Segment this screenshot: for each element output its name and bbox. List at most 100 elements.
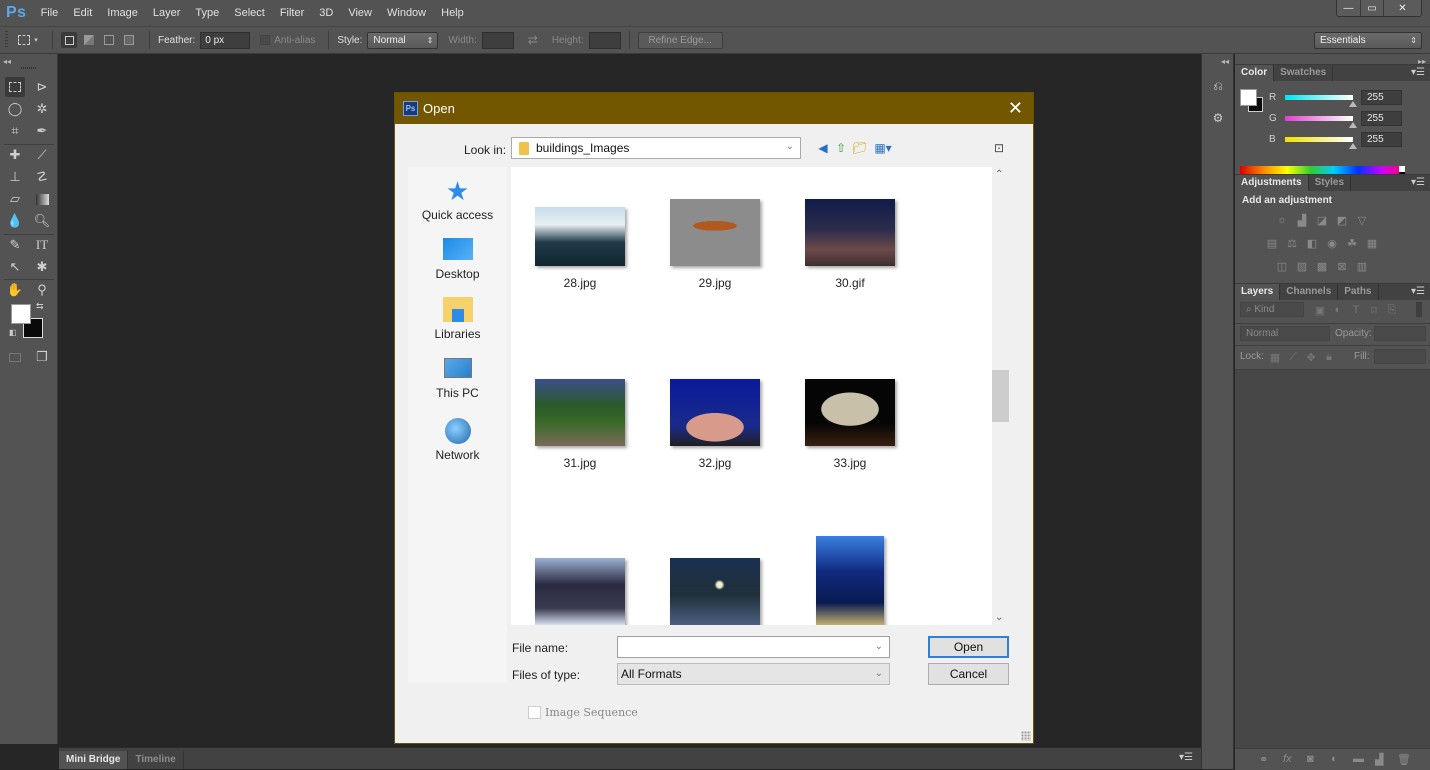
color-panel-foreground-swatch[interactable] <box>1240 89 1257 106</box>
lock-all-icon[interactable]: 🔒︎ <box>1322 351 1336 363</box>
panel-menu-icon[interactable]: ▾☰ <box>1411 65 1425 81</box>
open-button[interactable]: Open <box>928 636 1009 658</box>
new-folder-icon[interactable]: 📁︎ <box>852 140 868 156</box>
menu-image[interactable]: Image <box>107 7 138 19</box>
hand-tool-icon[interactable]: ✋ <box>5 280 25 300</box>
menu-window[interactable]: Window <box>387 7 426 19</box>
minimize-button[interactable]: — <box>1337 0 1360 16</box>
file-item[interactable]: 30.gif <box>785 199 915 290</box>
red-value-input[interactable]: 255 <box>1361 90 1402 105</box>
menu-3d[interactable]: 3D <box>319 7 333 19</box>
magic-wand-tool-icon[interactable]: ✲ <box>32 99 52 119</box>
tab-styles[interactable]: Styles <box>1309 175 1352 191</box>
height-input[interactable] <box>588 31 621 49</box>
blend-mode-select[interactable]: Normal <box>1240 326 1330 341</box>
place-quick-access[interactable]: ★ Quick access <box>408 177 507 222</box>
zoom-tool-icon[interactable]: ⚲ <box>32 280 52 300</box>
crop-tool-icon[interactable]: ⌗ <box>5 121 25 141</box>
green-slider[interactable] <box>1285 116 1357 128</box>
foreground-color-swatch[interactable] <box>11 304 31 324</box>
collapse-toolbar-icon[interactable]: ◂◂ <box>3 57 11 66</box>
delete-layer-icon[interactable]: 🗑︎ <box>1397 753 1411 766</box>
default-colors-icon[interactable]: ◧ <box>9 328 17 337</box>
posterize-icon[interactable]: ▨ <box>1295 260 1309 273</box>
new-layer-icon[interactable]: ▟ <box>1375 753 1383 766</box>
back-icon[interactable]: ◀ <box>815 140 831 156</box>
view-menu-icon[interactable]: ▦▾ <box>872 140 894 156</box>
tab-layers[interactable]: Layers <box>1235 284 1281 300</box>
filter-smart-object-icon[interactable]: ⎘ <box>1385 304 1399 316</box>
menu-view[interactable]: View <box>348 7 372 19</box>
layer-style-fx-icon[interactable]: fx <box>1283 753 1292 765</box>
swap-colors-icon[interactable]: ⇆ <box>36 301 44 312</box>
file-item[interactable]: 28.jpg <box>515 207 645 290</box>
file-item[interactable] <box>650 558 780 625</box>
scrollbar-thumb[interactable] <box>992 370 1009 422</box>
new-adjustment-layer-icon[interactable]: ◐ <box>1331 753 1338 765</box>
refine-edge-button[interactable]: Refine Edge... <box>637 31 723 49</box>
lock-position-icon[interactable]: ✥ <box>1304 351 1318 364</box>
swap-dimensions-icon[interactable]: ⇄ <box>528 33 538 47</box>
intersect-selection-icon[interactable] <box>121 32 137 48</box>
panel-menu-icon[interactable]: ▾☰ <box>1411 175 1425 191</box>
new-selection-icon[interactable] <box>61 32 77 48</box>
resize-grip[interactable] <box>1021 731 1031 741</box>
pen-tool-icon[interactable]: ✎ <box>5 235 25 255</box>
menu-type[interactable]: Type <box>195 7 219 19</box>
lasso-tool-icon[interactable]: ◯ <box>5 99 25 119</box>
cancel-button[interactable]: Cancel <box>928 663 1009 685</box>
scroll-down-icon[interactable]: ⌄ <box>995 612 1003 623</box>
gradient-map-icon[interactable]: ⊠ <box>1335 260 1349 273</box>
brush-tool-icon[interactable]: ⟋ <box>32 145 52 165</box>
move-tool-icon[interactable]: ⊳ <box>32 77 52 97</box>
layer-filter-kind-select[interactable]: ⌕ Kind <box>1240 302 1304 317</box>
width-input[interactable] <box>481 31 514 49</box>
tab-timeline[interactable]: Timeline <box>128 751 184 769</box>
tab-channels[interactable]: Channels <box>1280 284 1339 300</box>
filter-type-icon[interactable]: T <box>1349 304 1363 316</box>
place-this-pc[interactable]: This PC <box>408 358 507 400</box>
slider-thumb[interactable] <box>1349 122 1357 128</box>
rectangular-marquee-tool-icon[interactable] <box>5 77 25 97</box>
color-balance-icon[interactable]: ⚖ <box>1285 237 1299 250</box>
quick-mask-icon[interactable] <box>5 347 25 367</box>
lock-image-pixels-icon[interactable]: ⟋ <box>1286 351 1300 363</box>
file-item[interactable]: 33.jpg <box>785 379 915 470</box>
gradient-tool-icon[interactable] <box>32 189 52 209</box>
panel-menu-icon[interactable]: ▾☰ <box>1179 752 1193 763</box>
curves-icon[interactable]: ◪ <box>1315 214 1329 227</box>
add-to-selection-icon[interactable] <box>81 32 97 48</box>
expand-dock-icon[interactable]: ◂◂ <box>1221 57 1229 66</box>
history-panel-icon[interactable]: ⎌ <box>1208 76 1228 96</box>
tab-mini-bridge[interactable]: Mini Bridge <box>59 751 129 769</box>
tab-color[interactable]: Color <box>1235 65 1275 81</box>
options-bar-grip[interactable] <box>5 31 8 49</box>
vibrance-icon[interactable]: ▽ <box>1355 214 1369 227</box>
exposure-icon[interactable]: ◩ <box>1335 214 1349 227</box>
up-one-level-icon[interactable]: ⇧ <box>833 140 849 156</box>
look-in-dropdown[interactable]: buildings_Images ⌄ <box>511 137 801 159</box>
filter-shape-icon[interactable]: ⌑ <box>1367 304 1381 317</box>
file-item[interactable] <box>515 558 645 625</box>
filter-adjustment-icon[interactable]: ◐ <box>1331 304 1345 316</box>
place-desktop[interactable]: Desktop <box>408 238 507 281</box>
image-sequence-checkbox[interactable] <box>528 706 541 719</box>
menu-select[interactable]: Select <box>234 7 265 19</box>
marquee-tool-preset-icon[interactable]: ▾ <box>16 32 40 48</box>
slider-thumb[interactable] <box>1349 143 1357 149</box>
custom-shape-tool-icon[interactable]: ✱ <box>32 257 52 277</box>
channel-mixer-icon[interactable]: ☘ <box>1345 237 1359 250</box>
open-folder-icon[interactable]: ⊡ <box>991 140 1007 156</box>
eraser-tool-icon[interactable]: ▱ <box>5 189 25 209</box>
place-libraries[interactable]: Libraries <box>408 297 507 341</box>
subtract-from-selection-icon[interactable] <box>101 32 117 48</box>
tab-adjustments[interactable]: Adjustments <box>1235 175 1309 191</box>
menu-layer[interactable]: Layer <box>153 7 181 19</box>
blue-value-input[interactable]: 255 <box>1361 132 1402 147</box>
files-of-type-select[interactable]: All Formats ⌄ <box>617 663 890 685</box>
toolbar-grip[interactable] <box>21 67 37 69</box>
lock-transparent-pixels-icon[interactable]: ▦ <box>1268 351 1282 364</box>
type-tool-icon[interactable]: IT <box>32 235 52 255</box>
chevron-down-icon[interactable]: ⌄ <box>875 637 883 657</box>
invert-icon[interactable]: ◫ <box>1275 260 1289 273</box>
